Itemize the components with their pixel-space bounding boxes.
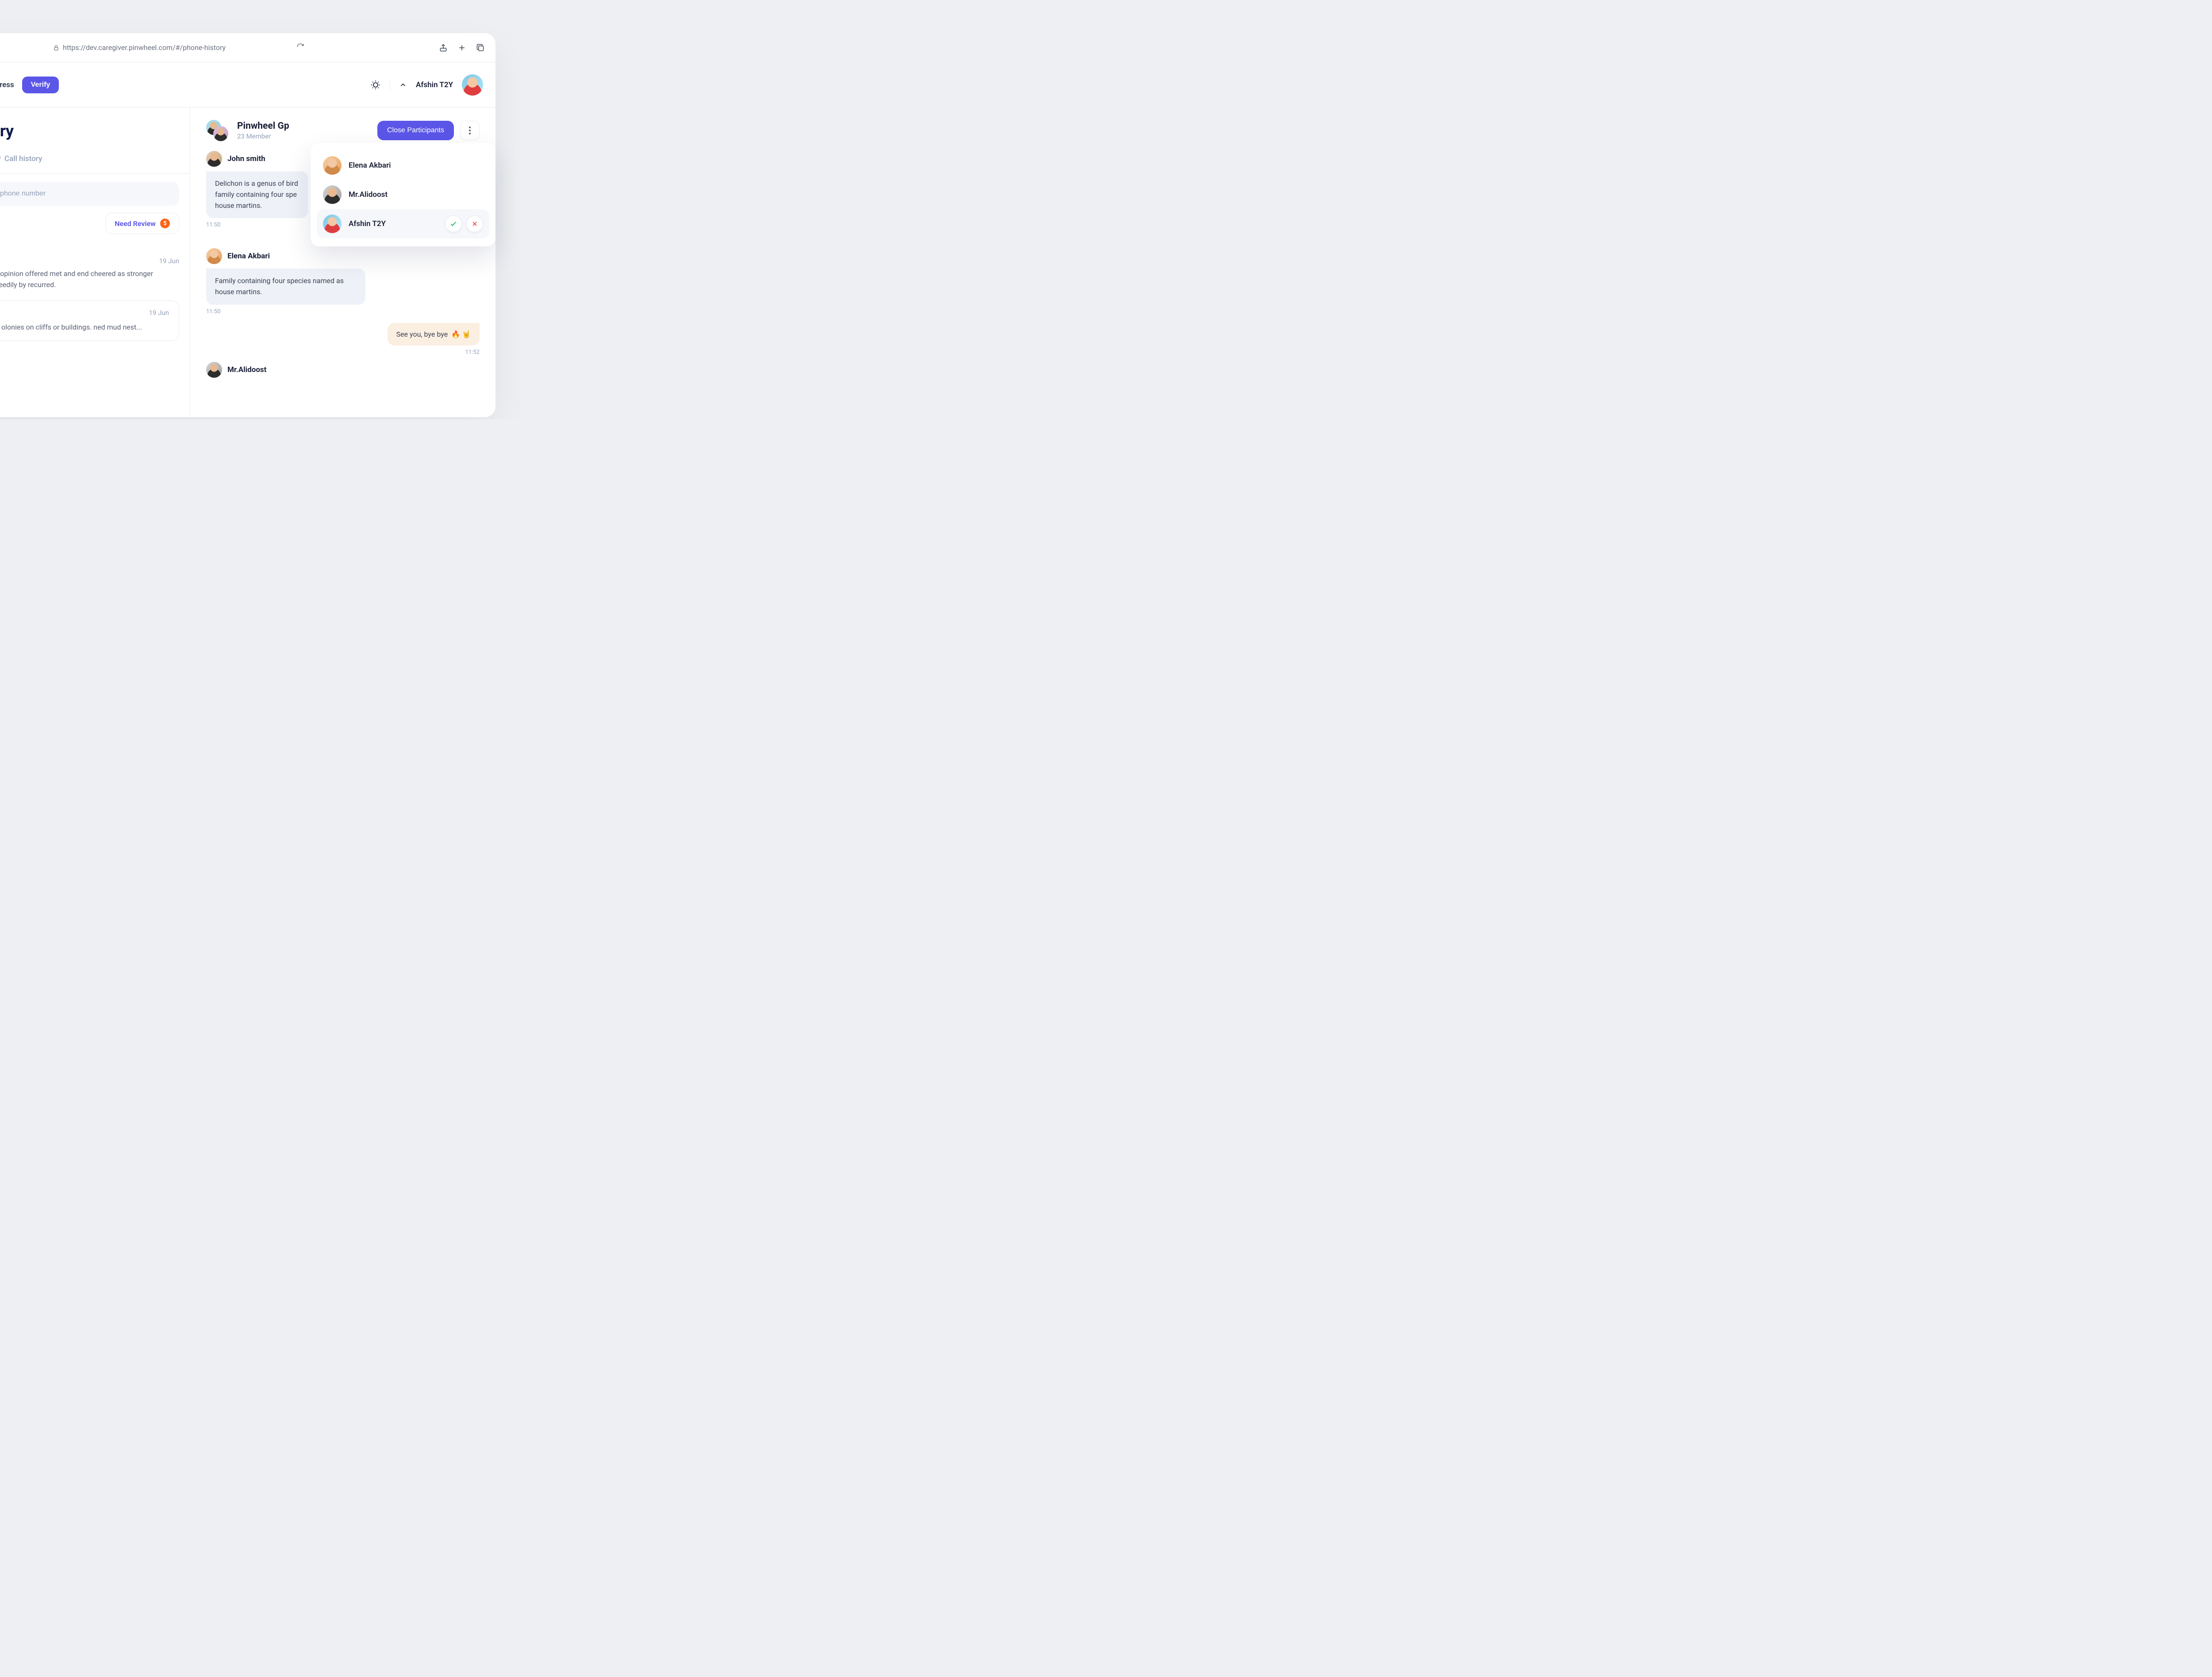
avatar — [323, 156, 342, 175]
participant-name: Mr.Alidoost — [349, 190, 388, 199]
reject-button[interactable] — [466, 215, 483, 232]
history-text: olonies on cliffs or buildings. ned mud … — [1, 322, 169, 333]
history-item[interactable]: 19 Jun ve opinion offered met and end ch… — [0, 257, 179, 291]
lock-icon — [53, 45, 59, 51]
refresh-icon[interactable] — [296, 43, 304, 51]
participant-row[interactable]: Afshin T2Y — [317, 209, 489, 238]
message-sender: Mr.Alidoost — [227, 365, 266, 374]
kebab-icon — [469, 127, 471, 134]
approve-button[interactable] — [445, 215, 462, 232]
tab-call-history[interactable]: Call history — [0, 153, 42, 165]
filter-label: Need Review — [115, 219, 156, 228]
new-tab-icon[interactable] — [457, 43, 466, 52]
participants-popover: Elena Akbari Mr.Alidoost Afshin T2Y — [311, 143, 495, 246]
tabs-icon[interactable] — [476, 43, 485, 52]
verify-button[interactable]: Verify — [22, 77, 59, 93]
group-avatar-stack — [206, 120, 230, 141]
participant-name: Afshin T2Y — [349, 219, 386, 228]
outgoing-row: See you, bye bye 🔥 🤘 — [206, 323, 480, 345]
chat-panel: Pinwheel Gp 23 Member Close Participants — [190, 107, 495, 417]
avatar — [213, 126, 228, 141]
participant-row[interactable]: Mr.Alidoost — [317, 180, 489, 209]
tab-label: Call history — [4, 154, 42, 163]
url-display: https://dev.caregiver.pinwheel.com/#/pho… — [53, 43, 226, 52]
message-bubble: Family containing four species named as … — [206, 269, 365, 305]
message-text: Delichon is a genus of bird family conta… — [215, 179, 298, 210]
browser-bar: https://dev.caregiver.pinwheel.com/#/pho… — [0, 33, 495, 62]
history-date: 19 Jun — [0, 257, 179, 265]
header-address-label: ddress — [0, 81, 14, 89]
lightbulb-icon[interactable] — [370, 80, 381, 90]
avatar — [206, 362, 222, 378]
share-icon[interactable] — [439, 43, 448, 52]
avatar — [206, 151, 222, 167]
page-title: ory — [0, 122, 179, 140]
outgoing-bubble: See you, bye bye 🔥 🤘 — [388, 323, 480, 345]
app-header: ddress Verify Afshin T2Y — [0, 62, 495, 107]
divider — [0, 173, 190, 174]
message-block: Mr.Alidoost — [206, 362, 480, 378]
group-member-count: 23 Member — [237, 132, 289, 140]
message-time: 11:50 — [206, 308, 480, 315]
close-participants-button[interactable]: Close Participants — [377, 121, 454, 140]
avatar — [323, 185, 342, 204]
message-sender: Elena Akbari — [227, 252, 270, 261]
avatar[interactable] — [462, 74, 483, 96]
message-time: 11:52 — [206, 349, 480, 356]
chat-header: Pinwheel Gp 23 Member Close Participants — [206, 120, 480, 141]
need-review-filter[interactable]: Need Review 5 — [105, 213, 179, 234]
browser-window: https://dev.caregiver.pinwheel.com/#/pho… — [0, 33, 495, 417]
filter-count-badge: 5 — [160, 219, 170, 228]
history-date: 19 Jun — [1, 309, 169, 317]
url-text: https://dev.caregiver.pinwheel.com/#/pho… — [63, 43, 226, 52]
message-block: Elena Akbari Family containing four spec… — [206, 248, 480, 315]
message-text: See you, bye bye — [396, 330, 448, 338]
participant-name: Elena Akbari — [349, 161, 391, 170]
avatar — [323, 215, 342, 233]
phone-icon — [0, 153, 1, 165]
message-sender: John smith — [227, 154, 265, 163]
history-text: ve opinion offered met and end cheered a… — [0, 269, 177, 291]
history-item[interactable]: 19 Jun olonies on cliffs or buildings. n… — [0, 300, 179, 342]
participant-row[interactable]: Elena Akbari — [317, 151, 489, 180]
header-user-name[interactable]: Afshin T2Y — [416, 81, 453, 89]
group-name: Pinwheel Gp — [237, 121, 289, 131]
message-text: Family containing four species named as … — [215, 276, 344, 296]
message-bubble: Delichon is a genus of bird family conta… — [206, 171, 308, 218]
emoji: 🔥 🤘 — [451, 330, 471, 338]
phone-search-input[interactable] — [0, 182, 179, 206]
left-panel: ory Call history Need Review 5 — [0, 107, 190, 417]
avatar — [206, 248, 222, 264]
chevron-up-icon[interactable] — [399, 81, 407, 89]
more-menu-button[interactable] — [460, 121, 480, 140]
